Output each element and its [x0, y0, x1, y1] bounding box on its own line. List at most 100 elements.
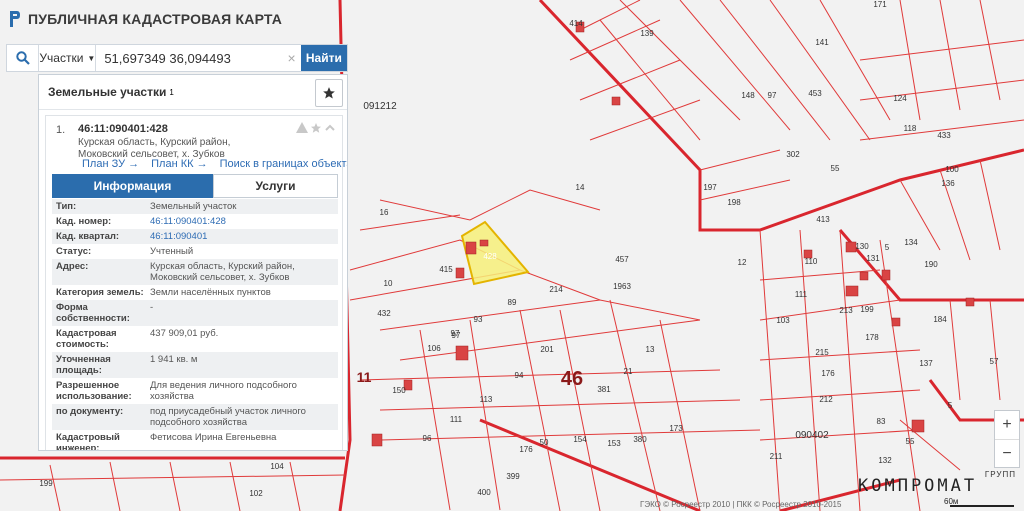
app-title: ПУБЛИЧНАЯ КАДАСТРОВАЯ КАРТА — [28, 11, 283, 27]
parcel-number-label: 211 — [770, 452, 783, 461]
logo-icon — [10, 11, 20, 27]
parcel-number-label: 14 — [576, 183, 585, 192]
info-label: Статус: — [56, 246, 92, 257]
parcel-number-label: 57 — [990, 357, 999, 366]
parcel-number-label: 100 — [945, 165, 959, 174]
search-type-select[interactable]: Участки ▼ — [39, 45, 97, 71]
parcel-number-label: 130 — [855, 242, 869, 251]
info-label: Кад. номер: — [56, 216, 112, 227]
parcel-number-label: 110 — [805, 257, 818, 266]
parcel-number-label: 213 — [839, 306, 853, 315]
parcel-number-label: 173 — [669, 424, 683, 433]
parcel-number-label: 176 — [821, 369, 835, 378]
parcel-number-label: 103 — [776, 316, 790, 325]
warning-icon — [296, 122, 308, 133]
parcel-number-label: 137 — [919, 359, 933, 368]
link-search-bounds[interactable]: Поиск в границах объекта → — [220, 158, 347, 170]
parcel-number-label: 55 — [831, 164, 840, 173]
star-icon — [323, 87, 335, 99]
parcel-number-label: 50 — [540, 438, 549, 447]
parcel-number-label: 16 — [380, 208, 389, 217]
info-row: Категория земель: Земли населённых пункто… — [52, 285, 338, 300]
info-table: Тип: Земельный участок Кад. номер: 46:11:0… — [52, 199, 338, 450]
info-row: Разрешенное использование: Для ведения ли… — [52, 378, 338, 404]
parcel-number-label: 453 — [808, 89, 822, 98]
parcel-number-label: 5 — [948, 401, 953, 410]
tab-services[interactable]: Услуги — [213, 174, 338, 198]
clear-search-button[interactable]: × — [282, 45, 300, 71]
tab-info[interactable]: Информация — [52, 174, 213, 198]
info-label: по документу: — [56, 406, 124, 417]
panel-count: 1 — [169, 87, 174, 97]
info-row: Тип: Земельный участок — [52, 199, 338, 214]
app-header: ПУБЛИЧНАЯ КАДАСТРОВАЯ КАРТА — [0, 0, 340, 38]
info-value: Курская область, Курский район, Моковски… — [150, 261, 295, 283]
parcel-number-label: 5 — [885, 243, 890, 252]
info-value: - — [150, 302, 154, 313]
parcel-number-label: 12 — [738, 258, 747, 267]
parcel-number-label: 214 — [549, 285, 563, 294]
info-value-link[interactable]: 46:11:090401:428 — [148, 216, 338, 227]
link-plan-zu[interactable]: План ЗУ → — [82, 158, 139, 170]
parcel-number-label: 93 — [474, 315, 483, 324]
parcel-number-label: 118 — [904, 124, 917, 133]
parcel-number-label: 97 — [768, 91, 777, 100]
parcel-number-label: 111 — [450, 415, 463, 424]
result-cad-number[interactable]: 46:11:090401:428 — [78, 123, 168, 135]
parcel-number-label: 131 — [866, 254, 880, 263]
map-attribution: ГЭКО © Росреестр 2010 | ПКК © Росреестр … — [640, 500, 842, 509]
info-value-link[interactable]: 46:11:090401 — [148, 231, 338, 242]
parcel-number-label: 97 — [451, 329, 460, 338]
parcel-number-label: 132 — [878, 456, 892, 465]
parcel-number-label: 150 — [392, 386, 406, 395]
info-value: под приусадебный участок личного подсобн… — [150, 406, 306, 428]
parcel-number-label: 106 — [427, 344, 441, 353]
search-icon — [16, 51, 30, 65]
parcel-number-label: 148 — [741, 91, 755, 100]
parcel-number-label: 197 — [703, 183, 717, 192]
quarter-label-091212: 091212 — [363, 101, 397, 112]
collapse-icon[interactable] — [324, 122, 336, 134]
parcel-number-label: 141 — [815, 38, 829, 47]
star-outline-icon[interactable] — [310, 122, 322, 134]
quarter-label-090402: 090402 — [795, 430, 829, 441]
search-icon-button[interactable] — [7, 45, 40, 71]
results-panel: Земельные участки 1 1. 46:11:090401:428 … — [38, 74, 348, 451]
info-row: Уточненная площадь: 1 941 кв. м — [52, 352, 338, 378]
find-button[interactable]: Найти — [300, 45, 347, 71]
parcel-number-label: 199 — [39, 479, 53, 488]
parcel-number-label: 415 — [439, 265, 453, 274]
district-label-11: 11 — [357, 369, 372, 385]
info-row: Статус: Учтенный — [52, 244, 338, 259]
parcel-number-label: 302 — [786, 150, 800, 159]
parcel-number-label: 1963 — [613, 282, 631, 291]
parcel-number-label: 113 — [480, 395, 493, 404]
parcel-number-label: 413 — [816, 215, 830, 224]
info-row: Форма собственности: - — [52, 300, 338, 326]
info-row: Кадастровый инженер: Фетисова Ирина Евген… — [52, 430, 338, 450]
watermark-big: КОМПРОМАТ — [858, 476, 978, 496]
link-plan-kk[interactable]: План КК → — [151, 158, 207, 170]
info-value: Фетисова Ирина Евгеньевна — [150, 432, 277, 443]
info-row: по документу: под приусадебный участок ли… — [52, 404, 338, 430]
parcel-number-label: 102 — [249, 489, 263, 498]
info-value: Учтенный — [150, 246, 194, 257]
info-label: Кад. квартал: — [56, 231, 120, 242]
info-row: Кад. квартал: 46:11:090401 — [52, 229, 338, 244]
watermark-small: ГРУПП — [984, 470, 1016, 479]
parcel-number-label: 111 — [795, 290, 808, 299]
parcel-number-label: 201 — [540, 345, 554, 354]
info-row: Кадастровая стоимость: 437 909,01 руб. — [52, 326, 338, 352]
info-value: Земельный участок — [150, 201, 237, 212]
info-row: Адрес: Курская область, Курский район, Мо… — [52, 259, 338, 285]
parcel-number-label: 124 — [893, 94, 907, 103]
result-index: 1. — [56, 124, 66, 136]
parcel-number-label: 414 — [569, 19, 583, 28]
search-input[interactable] — [96, 45, 283, 71]
scale-bar — [950, 505, 1014, 507]
favorite-button[interactable] — [315, 79, 343, 107]
zoom-out-button[interactable]: − — [995, 440, 1019, 468]
parcel-number-label: 10 — [384, 279, 393, 288]
watermark: ГРУПП КОМПРОМАТ — [858, 470, 1024, 500]
zoom-in-button[interactable]: + — [995, 411, 1019, 440]
